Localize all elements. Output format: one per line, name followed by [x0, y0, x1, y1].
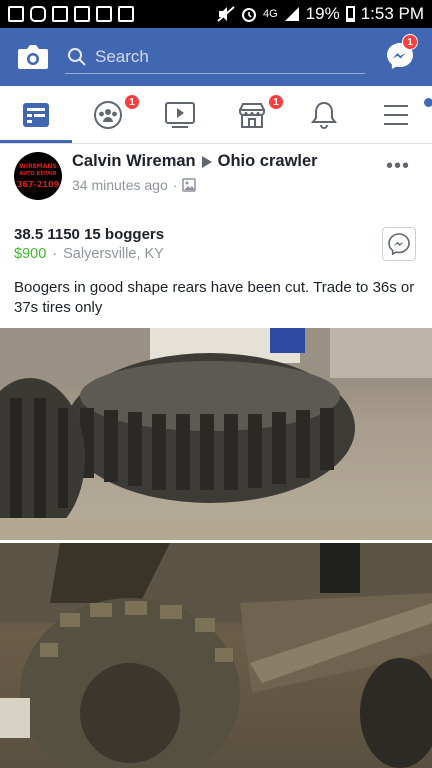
- arrow-right-icon: [201, 155, 212, 168]
- camera-button[interactable]: [17, 43, 49, 71]
- post-meta: 34 minutes ago ·: [72, 177, 197, 193]
- messenger-button[interactable]: 1: [384, 34, 418, 72]
- email-icon: [8, 6, 24, 22]
- author-name[interactable]: Calvin Wireman: [72, 152, 196, 171]
- avatar-text-line3: 367-2109: [16, 179, 60, 189]
- instagram-icon: [30, 6, 46, 22]
- tab-watch[interactable]: [144, 86, 216, 143]
- mute-icon: [217, 6, 235, 22]
- marketplace-badge: 1: [268, 94, 284, 110]
- location-icon: [118, 6, 134, 22]
- messenger-icon: [388, 233, 410, 256]
- app-header: 1: [0, 28, 432, 86]
- news-feed-icon: [23, 102, 49, 127]
- status-bar: 4G 19% 1:53 PM: [0, 0, 432, 28]
- group-name[interactable]: Ohio crawler: [218, 152, 318, 171]
- signal-icon: [284, 7, 299, 21]
- price-separator: ·: [52, 246, 58, 262]
- post-photo-2[interactable]: [0, 543, 432, 768]
- tires-photo-1: [0, 328, 432, 540]
- avatar[interactable]: WIREMANS AUTO REPAIR 367-2109: [14, 152, 62, 200]
- photo-privacy-icon: [182, 178, 197, 192]
- nav-tabs: 1 1: [0, 86, 432, 144]
- alarm-icon: [241, 8, 256, 22]
- battery-percent: 19%: [305, 4, 340, 23]
- search-input[interactable]: [95, 46, 335, 67]
- messenger-badge: 1: [402, 34, 418, 50]
- tab-news-feed[interactable]: [0, 86, 72, 143]
- meta-separator: ·: [172, 177, 178, 193]
- gallery-icon: [52, 6, 68, 22]
- search-bar[interactable]: [65, 40, 365, 74]
- hamburger-menu-icon: [384, 104, 408, 125]
- message-seller-button[interactable]: [382, 227, 416, 261]
- listing-price: $900: [14, 246, 47, 262]
- location-icon: [96, 6, 112, 22]
- listing-title: 38.5 1150 15 boggers: [14, 226, 165, 243]
- groups-icon: [94, 100, 122, 129]
- battery-icon: [345, 6, 355, 22]
- tires-photo-2: [0, 543, 432, 768]
- clock: 1:53 PM: [360, 4, 424, 23]
- bell-icon: [311, 101, 337, 129]
- menu-new-dot: [424, 98, 432, 107]
- tab-marketplace[interactable]: 1: [216, 86, 288, 143]
- listing-location: Salyersville, KY: [63, 246, 164, 262]
- listing-price-row: $900 · Salyersville, KY: [14, 246, 164, 262]
- marketplace-icon: [239, 102, 265, 128]
- location-icon: [74, 6, 90, 22]
- more-icon: •••: [385, 155, 410, 177]
- post-header: WIREMANS AUTO REPAIR 367-2109 Calvin Wir…: [0, 144, 432, 208]
- network-type: 4G: [262, 8, 278, 20]
- more-options-button[interactable]: •••: [386, 156, 410, 176]
- avatar-text-line1: WIREMANS: [19, 162, 57, 170]
- tab-menu[interactable]: [360, 86, 432, 143]
- tab-notifications[interactable]: [288, 86, 360, 143]
- avatar-text-line2: AUTO REPAIR: [19, 170, 57, 177]
- listing-description: Boogers in good shape rears have been cu…: [14, 279, 415, 316]
- post-author-line: Calvin Wireman Ohio crawler: [72, 152, 318, 171]
- post-photo-1[interactable]: [0, 328, 432, 540]
- camera-icon: [18, 45, 48, 69]
- status-notifications: [8, 6, 134, 22]
- groups-badge: 1: [124, 94, 140, 110]
- post-time[interactable]: 34 minutes ago: [72, 177, 168, 193]
- tab-groups[interactable]: 1: [72, 86, 144, 143]
- watch-icon: [165, 101, 195, 128]
- search-icon: [68, 47, 86, 66]
